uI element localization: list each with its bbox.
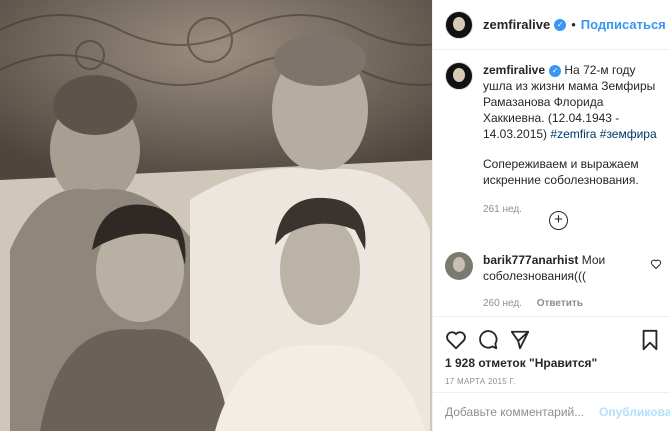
post-caption: zemfiralive ✓ На 72-м году ушла из жизни … bbox=[445, 62, 663, 218]
save-bookmark-icon[interactable] bbox=[639, 329, 661, 351]
caption-username[interactable]: zemfiralive bbox=[483, 63, 545, 77]
comment-meta: 260 нед. Ответить bbox=[483, 296, 633, 312]
follow-button[interactable]: Подписаться bbox=[581, 17, 666, 32]
action-bar bbox=[433, 316, 670, 354]
post-date: 17 МАРТА 2015 Г. bbox=[445, 377, 516, 386]
reply-button[interactable]: Ответить bbox=[537, 298, 583, 309]
comment-input[interactable] bbox=[445, 405, 595, 419]
hashtag-zemfira[interactable]: #zemfira bbox=[550, 127, 596, 141]
comment-time[interactable]: 260 нед. bbox=[483, 298, 522, 309]
hashtag-zemfira-ru[interactable]: #земфира bbox=[600, 127, 657, 141]
author-avatar[interactable] bbox=[445, 10, 473, 39]
add-comment-bar: Опубликовать bbox=[433, 392, 670, 431]
post-photo[interactable] bbox=[0, 0, 432, 431]
comment-bubble-icon[interactable] bbox=[477, 329, 499, 351]
commenter-username[interactable]: barik777anarhist bbox=[483, 253, 578, 267]
caption-verified-icon: ✓ bbox=[549, 64, 562, 77]
post-header: zemfiralive ✓ • Подписаться bbox=[433, 0, 670, 50]
author-username[interactable]: zemfiralive bbox=[483, 17, 550, 32]
separator-dot: • bbox=[571, 17, 576, 32]
caption-time[interactable]: 261 нед. bbox=[483, 202, 663, 218]
comment-body: barik777anarhist Мои соболезнования((( 2… bbox=[483, 252, 633, 312]
post-side-panel: zemfiralive ✓ • Подписаться zemfiralive ✓… bbox=[432, 0, 670, 431]
share-paper-plane-icon[interactable] bbox=[509, 329, 531, 351]
like-heart-icon[interactable] bbox=[445, 329, 467, 351]
verified-badge-icon: ✓ bbox=[554, 18, 567, 31]
commenter-avatar[interactable] bbox=[445, 252, 473, 280]
likes-count[interactable]: 1 928 отметок "Нравится" bbox=[445, 356, 597, 370]
caption-condolence: Сопереживаем и выражаем искренние соболе… bbox=[483, 157, 639, 187]
comment-item: barik777anarhist Мои соболезнования((( 2… bbox=[445, 252, 665, 312]
caption-body: zemfiralive ✓ На 72-м году ушла из жизни … bbox=[483, 62, 663, 218]
comment-like-heart-icon[interactable] bbox=[650, 258, 662, 270]
caption-avatar[interactable] bbox=[445, 62, 473, 90]
load-more-comments-icon[interactable]: + bbox=[549, 211, 568, 230]
publish-button[interactable]: Опубликовать bbox=[599, 405, 670, 419]
